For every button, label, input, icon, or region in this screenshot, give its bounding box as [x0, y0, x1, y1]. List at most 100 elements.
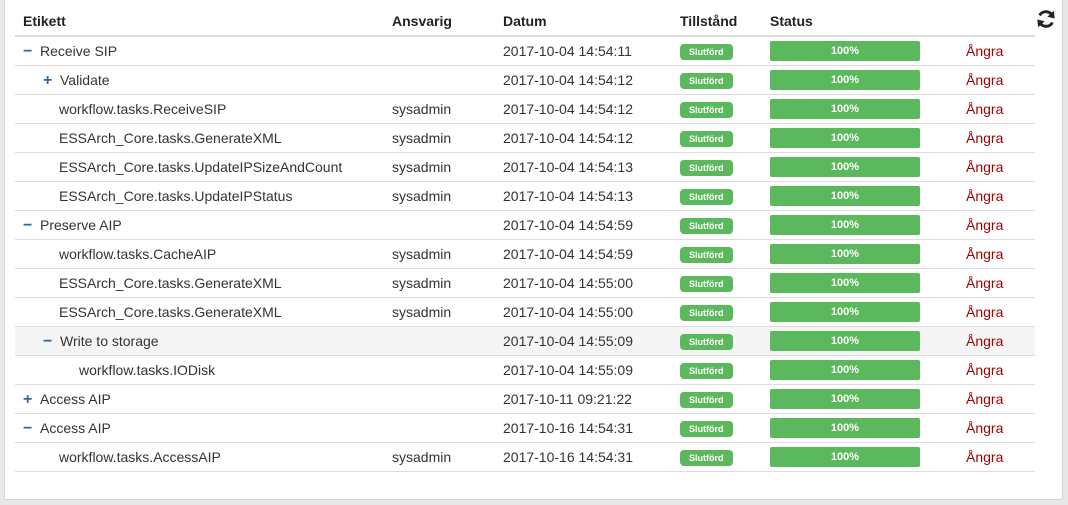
- table-row[interactable]: ESSArch_Core.tasks.UpdateIPStatus sysadmi…: [15, 181, 1035, 211]
- task-label[interactable]: ESSArch_Core.tasks.UpdateIPSizeAndCount: [59, 159, 342, 175]
- state-badge: Slutförd: [680, 131, 733, 147]
- progress-fill: 100%: [770, 302, 920, 322]
- table-row[interactable]: ESSArch_Core.tasks.GenerateXML sysadmin 20…: [15, 123, 1035, 153]
- date-cell: 2017-10-11 09:21:22: [495, 384, 672, 414]
- date-cell: 2017-10-04 14:55:09: [495, 355, 672, 385]
- responsible-cell: sysadmin: [384, 181, 495, 211]
- status-cell: 100%: [762, 152, 966, 182]
- task-label[interactable]: workflow.tasks.AccessAIP: [59, 449, 221, 465]
- task-label[interactable]: ESSArch_Core.tasks.GenerateXML: [59, 130, 282, 146]
- undo-link[interactable]: Ångra: [966, 326, 1035, 356]
- undo-link[interactable]: Ångra: [966, 239, 1035, 269]
- progress-bar: 100%: [770, 186, 920, 206]
- column-header-state[interactable]: Tillstånd: [672, 7, 762, 37]
- task-label[interactable]: Preserve AIP: [40, 217, 122, 233]
- expand-icon[interactable]: +: [43, 73, 55, 89]
- date-cell: 2017-10-04 14:54:13: [495, 152, 672, 182]
- responsible-cell: sysadmin: [384, 94, 495, 124]
- undo-link[interactable]: Ångra: [966, 442, 1035, 472]
- table-row[interactable]: ESSArch_Core.tasks.UpdateIPSizeAndCount s…: [15, 152, 1035, 182]
- task-label[interactable]: Validate: [60, 72, 110, 88]
- task-label[interactable]: ESSArch_Core.tasks.GenerateXML: [59, 275, 282, 291]
- progress-bar: 100%: [770, 41, 920, 61]
- progress-fill: 100%: [770, 99, 920, 119]
- table-row[interactable]: workflow.tasks.AccessAIP sysadmin 2017-10-…: [15, 442, 1035, 472]
- state-badge: Slutförd: [680, 276, 733, 292]
- collapse-icon[interactable]: −: [23, 218, 35, 234]
- undo-link[interactable]: Ångra: [966, 152, 1035, 182]
- table-row[interactable]: workflow.tasks.CacheAIP sysadmin 2017-10-0…: [15, 239, 1035, 269]
- column-header-responsible[interactable]: Ansvarig: [384, 7, 495, 37]
- status-cell: 100%: [762, 268, 966, 298]
- responsible-cell: [384, 355, 495, 385]
- task-label[interactable]: Access AIP: [40, 391, 111, 407]
- task-label[interactable]: Receive SIP: [40, 43, 117, 59]
- task-label-cell: − Access AIP: [15, 413, 384, 443]
- state-badge: Slutförd: [680, 218, 733, 234]
- progress-bar: 100%: [770, 99, 920, 119]
- state-badge: Slutförd: [680, 305, 733, 321]
- column-header-status[interactable]: Status: [762, 7, 966, 37]
- task-label[interactable]: ESSArch_Core.tasks.UpdateIPStatus: [59, 188, 292, 204]
- collapse-icon[interactable]: −: [23, 44, 35, 60]
- progress-fill: 100%: [770, 360, 920, 380]
- date-cell: 2017-10-04 14:54:12: [495, 94, 672, 124]
- task-label-cell: ESSArch_Core.tasks.UpdateIPStatus: [15, 181, 384, 211]
- table-row[interactable]: ESSArch_Core.tasks.GenerateXML sysadmin 20…: [15, 297, 1035, 327]
- status-cell: 100%: [762, 442, 966, 472]
- status-cell: 100%: [762, 326, 966, 356]
- table-row[interactable]: − Preserve AIP 2017-10-04 14:54:59 Slutförd…: [15, 210, 1035, 240]
- responsible-cell: sysadmin: [384, 239, 495, 269]
- state-badge: Slutförd: [680, 247, 733, 263]
- table-row[interactable]: − Access AIP 2017-10-16 14:54:31 Slutförd 10…: [15, 413, 1035, 443]
- state-cell: Slutförd: [672, 326, 762, 356]
- table-row[interactable]: ESSArch_Core.tasks.GenerateXML sysadmin 20…: [15, 268, 1035, 298]
- undo-link[interactable]: Ångra: [966, 297, 1035, 327]
- state-badge: Slutförd: [680, 160, 733, 176]
- date-cell: 2017-10-16 14:54:31: [495, 413, 672, 443]
- undo-link[interactable]: Ångra: [966, 181, 1035, 211]
- column-header-label[interactable]: Etikett: [15, 7, 384, 37]
- responsible-cell: sysadmin: [384, 123, 495, 153]
- table-row[interactable]: workflow.tasks.ReceiveSIP sysadmin 2017-10…: [15, 94, 1035, 124]
- collapse-icon[interactable]: −: [43, 334, 55, 350]
- task-label-cell: + Access AIP: [15, 384, 384, 414]
- undo-link[interactable]: Ångra: [966, 268, 1035, 298]
- column-header-date[interactable]: Datum: [495, 7, 672, 37]
- progress-bar: 100%: [770, 157, 920, 177]
- task-label[interactable]: Access AIP: [40, 420, 111, 436]
- undo-link[interactable]: Ångra: [966, 36, 1035, 66]
- undo-link[interactable]: Ångra: [966, 413, 1035, 443]
- responsible-cell: [384, 210, 495, 240]
- progress-bar: 100%: [770, 215, 920, 235]
- task-label[interactable]: Write to storage: [60, 333, 159, 349]
- undo-link[interactable]: Ångra: [966, 123, 1035, 153]
- state-cell: Slutförd: [672, 152, 762, 182]
- state-badge: Slutförd: [680, 334, 733, 350]
- table-row[interactable]: workflow.tasks.IODisk 2017-10-04 14:55:09…: [15, 355, 1035, 385]
- expand-icon[interactable]: +: [23, 392, 35, 408]
- table-row[interactable]: + Access AIP 2017-10-11 09:21:22 Slutförd 10…: [15, 384, 1035, 414]
- responsible-cell: sysadmin: [384, 297, 495, 327]
- task-label[interactable]: ESSArch_Core.tasks.GenerateXML: [59, 304, 282, 320]
- task-label[interactable]: workflow.tasks.IODisk: [79, 362, 215, 378]
- table-row[interactable]: − Receive SIP 2017-10-04 14:54:11 Slutförd 1…: [15, 36, 1035, 66]
- refresh-icon[interactable]: [1035, 8, 1057, 30]
- progress-fill: 100%: [770, 215, 920, 235]
- state-cell: Slutförd: [672, 442, 762, 472]
- undo-link[interactable]: Ångra: [966, 94, 1035, 124]
- collapse-icon[interactable]: −: [23, 421, 35, 437]
- table-row[interactable]: + Validate 2017-10-04 14:54:12 Slutförd 100%…: [15, 65, 1035, 95]
- task-label[interactable]: workflow.tasks.ReceiveSIP: [59, 101, 226, 117]
- table-row[interactable]: − Write to storage 2017-10-04 14:55:09 Slut…: [15, 326, 1035, 356]
- task-label-cell: ESSArch_Core.tasks.UpdateIPSizeAndCount: [15, 152, 384, 182]
- responsible-cell: sysadmin: [384, 442, 495, 472]
- progress-bar: 100%: [770, 302, 920, 322]
- undo-link[interactable]: Ångra: [966, 355, 1035, 385]
- task-label-cell: − Preserve AIP: [15, 210, 384, 240]
- undo-link[interactable]: Ångra: [966, 65, 1035, 95]
- undo-link[interactable]: Ångra: [966, 210, 1035, 240]
- task-label[interactable]: workflow.tasks.CacheAIP: [59, 246, 216, 262]
- responsible-cell: [384, 65, 495, 95]
- undo-link[interactable]: Ångra: [966, 384, 1035, 414]
